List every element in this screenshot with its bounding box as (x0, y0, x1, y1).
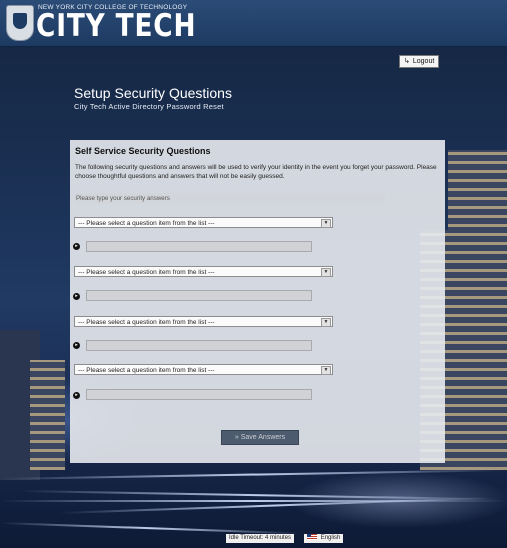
panel-title: Self Service Security Questions (75, 146, 211, 156)
college-seal-icon (6, 5, 34, 41)
answer-input-2[interactable] (86, 290, 312, 301)
chevron-down-icon: ▼ (321, 268, 331, 277)
answer-input-3[interactable] (86, 340, 312, 351)
question-select-3[interactable]: --- Please select a question item from t… (74, 316, 333, 327)
answer-input-4[interactable] (86, 389, 312, 400)
us-flag-icon (307, 534, 318, 541)
logout-label: Logout (412, 58, 435, 65)
brand-logo[interactable]: CITY TECH (36, 9, 196, 43)
page-subtitle: City Tech Active Directory Password Rese… (74, 102, 224, 111)
panel-description: The following security questions and ans… (75, 164, 437, 180)
chevron-down-icon: ▼ (321, 318, 331, 327)
question-select-3-value: --- Please select a question item from t… (78, 319, 215, 326)
security-questions-panel: Self Service Security Questions The foll… (70, 140, 445, 463)
question-select-4-value: --- Please select a question item from t… (78, 367, 215, 374)
question-select-2[interactable]: --- Please select a question item from t… (74, 266, 333, 277)
question-select-1[interactable]: --- Please select a question item from t… (74, 217, 333, 228)
answers-hint: Please type your security answers (74, 193, 385, 204)
arrow-circle-icon: ▸ (73, 392, 80, 399)
double-chevron-right-icon: » (234, 434, 239, 441)
language-selector[interactable]: English (304, 534, 344, 543)
idle-timeout: Idle Timeout: 4 minutes (226, 534, 295, 543)
chevron-down-icon: ▼ (321, 366, 331, 375)
question-select-4[interactable]: --- Please select a question item from t… (74, 364, 333, 375)
question-select-1-value: --- Please select a question item from t… (78, 220, 215, 227)
arrow-circle-icon: ▸ (73, 293, 80, 300)
question-select-2-value: --- Please select a question item from t… (78, 269, 215, 276)
save-answers-button[interactable]: » Save Answers (221, 430, 299, 445)
arrow-circle-icon: ▸ (73, 243, 80, 250)
answer-input-1[interactable] (86, 241, 312, 252)
save-answers-label: Save Answers (240, 434, 286, 441)
arrow-circle-icon: ▸ (73, 342, 80, 349)
page-title: Setup Security Questions (74, 85, 232, 101)
chevron-down-icon: ▼ (321, 219, 331, 228)
logout-icon: ↳ (404, 58, 410, 65)
top-banner: NEW YORK CITY COLLEGE OF TECHNOLOGY CITY… (0, 0, 507, 47)
language-label: English (320, 535, 341, 541)
logout-button[interactable]: ↳ Logout (399, 55, 440, 68)
status-bar: Idle Timeout: 4 minutes English (226, 534, 351, 543)
